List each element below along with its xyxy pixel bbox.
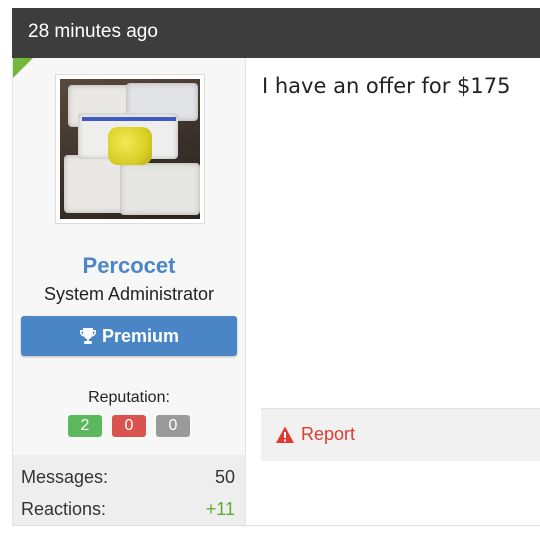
stat-value: 50 [214, 466, 235, 487]
avatar[interactable] [55, 74, 205, 224]
reputation-positive: 2 [68, 415, 102, 437]
post-divider [12, 525, 540, 526]
stat-row-reactions: Reactions: +11 [21, 493, 235, 525]
trophy-icon [79, 327, 97, 345]
reputation-badges: 2 0 0 [13, 415, 245, 437]
user-sidebar: Percocet System Administrator Premium Re… [12, 58, 246, 525]
premium-label: Premium [101, 325, 180, 346]
new-post-marker [13, 58, 33, 78]
reputation-negative: 0 [112, 415, 146, 437]
post-header: 28 minutes ago [12, 8, 540, 58]
reputation-neutral: 0 [156, 415, 190, 437]
premium-banner[interactable]: Premium [21, 316, 237, 356]
avatar-image [60, 79, 200, 219]
username-link[interactable]: Percocet [13, 253, 245, 279]
report-label: Report [301, 424, 356, 444]
post-footer: Report [261, 408, 540, 461]
stat-label: Reactions: [21, 498, 107, 519]
user-stats: Messages: 50 Reactions: +11 [13, 455, 245, 525]
stat-row-messages: Messages: 50 [21, 461, 235, 493]
warning-icon [275, 425, 295, 445]
post-time[interactable]: 28 minutes ago [28, 21, 158, 42]
user-title: System Administrator [43, 284, 215, 304]
stat-label: Messages: [21, 466, 109, 487]
stat-value: +11 [205, 498, 235, 519]
reputation-label: Reputation: [88, 389, 170, 406]
report-link[interactable]: Report [275, 424, 355, 445]
message-body: I have an offer for $175 [262, 74, 511, 98]
